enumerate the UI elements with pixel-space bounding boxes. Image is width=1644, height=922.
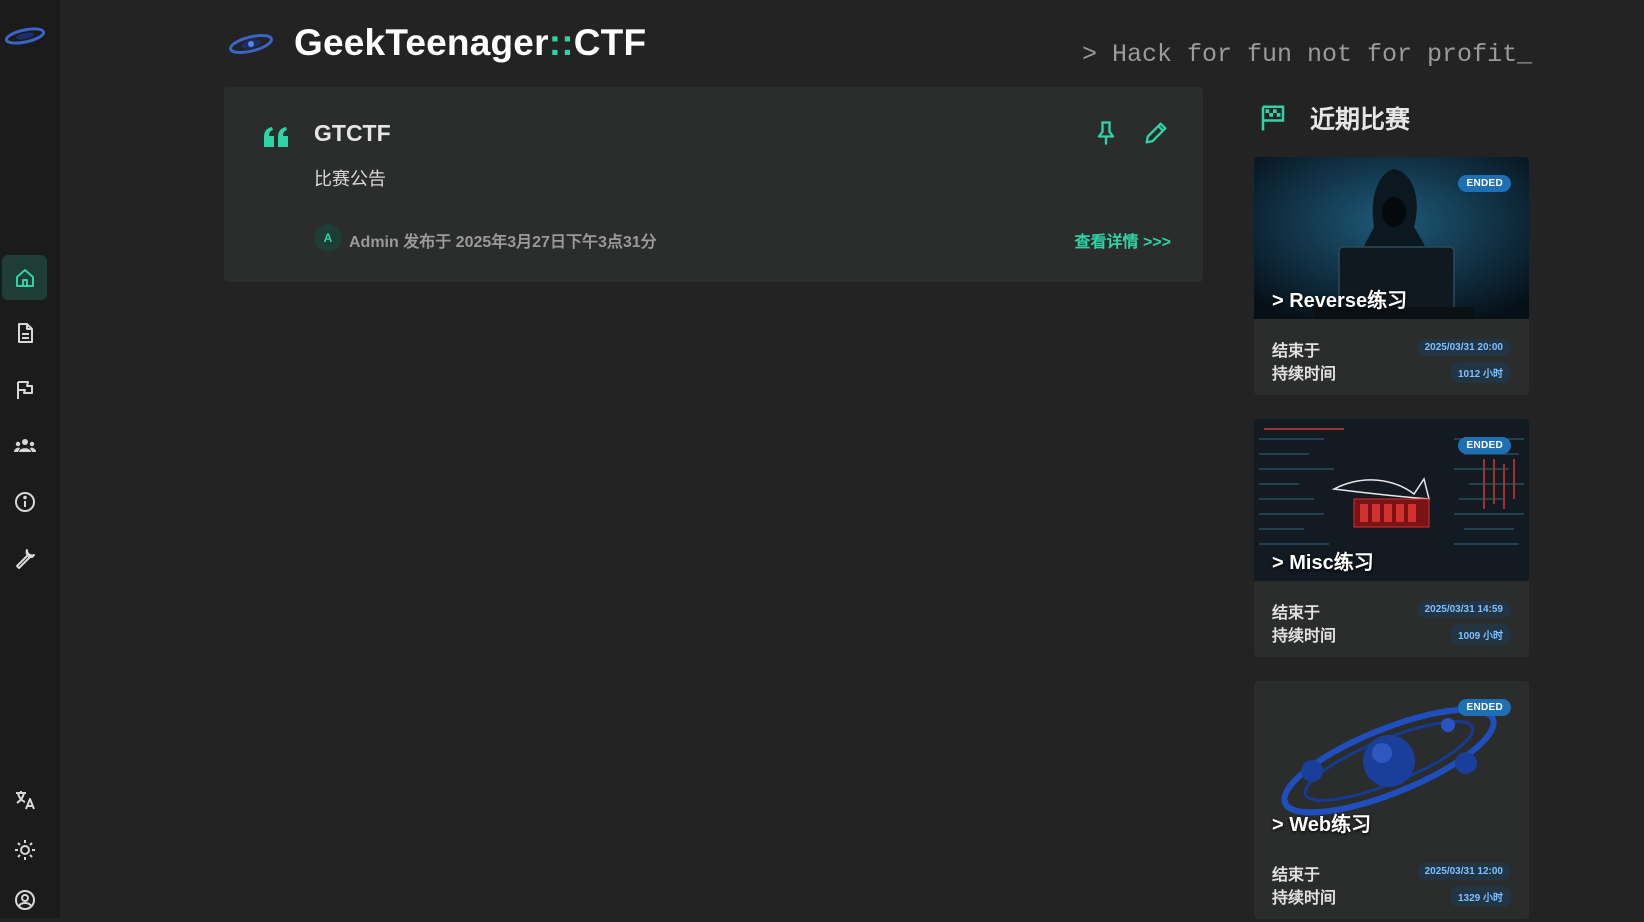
game-info: 结束于 2025/03/31 12:00 持续时间 1329 小时: [1254, 843, 1529, 919]
nav-admin[interactable]: [2, 535, 47, 580]
announcement-subtitle: 比赛公告: [314, 169, 386, 189]
game-cover: ENDED > Reverse练习: [1254, 157, 1529, 319]
nav-about[interactable]: [2, 479, 47, 524]
game-card-misc[interactable]: ENDED > Misc练习 结束于 2025/03/31 14:59 持续时间…: [1254, 419, 1529, 657]
status-badge: ENDED: [1458, 437, 1511, 454]
game-cover: ENDED > Misc练习: [1254, 419, 1529, 581]
checkered-flag-icon: [1261, 105, 1285, 131]
account-icon: [14, 889, 35, 910]
site-title[interactable]: GeekTeenager::CTF: [294, 22, 646, 64]
nav-posts[interactable]: [2, 310, 47, 355]
game-card-web[interactable]: ENDED > Web练习 结束于 2025/03/31 12:00 持续时间 …: [1254, 681, 1529, 919]
end-time-badge: 2025/03/31 12:00: [1416, 863, 1511, 880]
home-icon: [15, 268, 34, 287]
nav-games[interactable]: [2, 367, 47, 412]
end-label: 结束于: [1272, 343, 1321, 360]
game-card-reverse[interactable]: ENDED > Reverse练习 结束于 2025/03/31 20:00 持…: [1254, 157, 1529, 395]
end-time-badge: 2025/03/31 14:59: [1416, 601, 1511, 618]
flag-icon: [16, 380, 33, 399]
end-time-badge: 2025/03/31 20:00: [1416, 339, 1511, 356]
nav-account[interactable]: [2, 877, 47, 922]
game-cover: ENDED > Web练习: [1254, 681, 1529, 843]
announcement-meta: Admin 发布于 2025年3月27日下午3点31分: [349, 234, 657, 251]
nav-language[interactable]: [2, 777, 47, 822]
duration-badge: 1329 小时: [1449, 886, 1511, 907]
galaxy-logo-icon[interactable]: [4, 24, 46, 48]
status-badge: ENDED: [1458, 699, 1511, 716]
people-icon: [13, 438, 36, 452]
nav-home[interactable]: [2, 255, 47, 300]
game-info: 结束于 2025/03/31 14:59 持续时间 1009 小时: [1254, 581, 1529, 657]
pin-icon[interactable]: [1092, 119, 1120, 147]
end-label: 结束于: [1272, 605, 1321, 622]
avatar: A: [314, 224, 342, 252]
view-details-link[interactable]: 查看详情 >>>: [1075, 228, 1171, 252]
nav-teams[interactable]: [2, 423, 47, 468]
game-name: > Web练习: [1272, 814, 1372, 836]
duration-badge: 1012 小时: [1449, 362, 1511, 383]
status-badge: ENDED: [1458, 175, 1511, 192]
game-info: 结束于 2025/03/31 20:00 持续时间 1012 小时: [1254, 319, 1529, 395]
wrench-icon: [15, 548, 35, 569]
duration-badge: 1009 小时: [1449, 624, 1511, 645]
end-label: 结束于: [1272, 867, 1321, 884]
announcement-title: GTCTF: [314, 120, 391, 146]
announcement-card: GTCTF 比赛公告 A Admin 发布于 2025年3月27日下午3点31分…: [224, 87, 1203, 282]
duration-label: 持续时间: [1272, 890, 1337, 907]
quote-icon: [264, 127, 288, 147]
recent-games-header: 近期比赛: [1258, 100, 1410, 136]
nav-theme[interactable]: [2, 827, 47, 872]
info-icon: [14, 491, 35, 512]
duration-label: 持续时间: [1272, 366, 1337, 383]
edit-icon[interactable]: [1142, 119, 1170, 147]
duration-label: 持续时间: [1272, 628, 1337, 645]
translate-icon: [15, 790, 35, 809]
game-name: > Misc练习: [1272, 552, 1374, 574]
site-tagline: > Hack for fun not for profit_: [1082, 40, 1533, 69]
game-name: > Reverse练习: [1272, 290, 1408, 312]
recent-games-title: 近期比赛: [1310, 106, 1411, 134]
brightness-icon: [14, 839, 35, 860]
galaxy-logo-icon: [229, 34, 273, 54]
sidebar: [0, 0, 60, 918]
document-icon: [17, 322, 33, 343]
